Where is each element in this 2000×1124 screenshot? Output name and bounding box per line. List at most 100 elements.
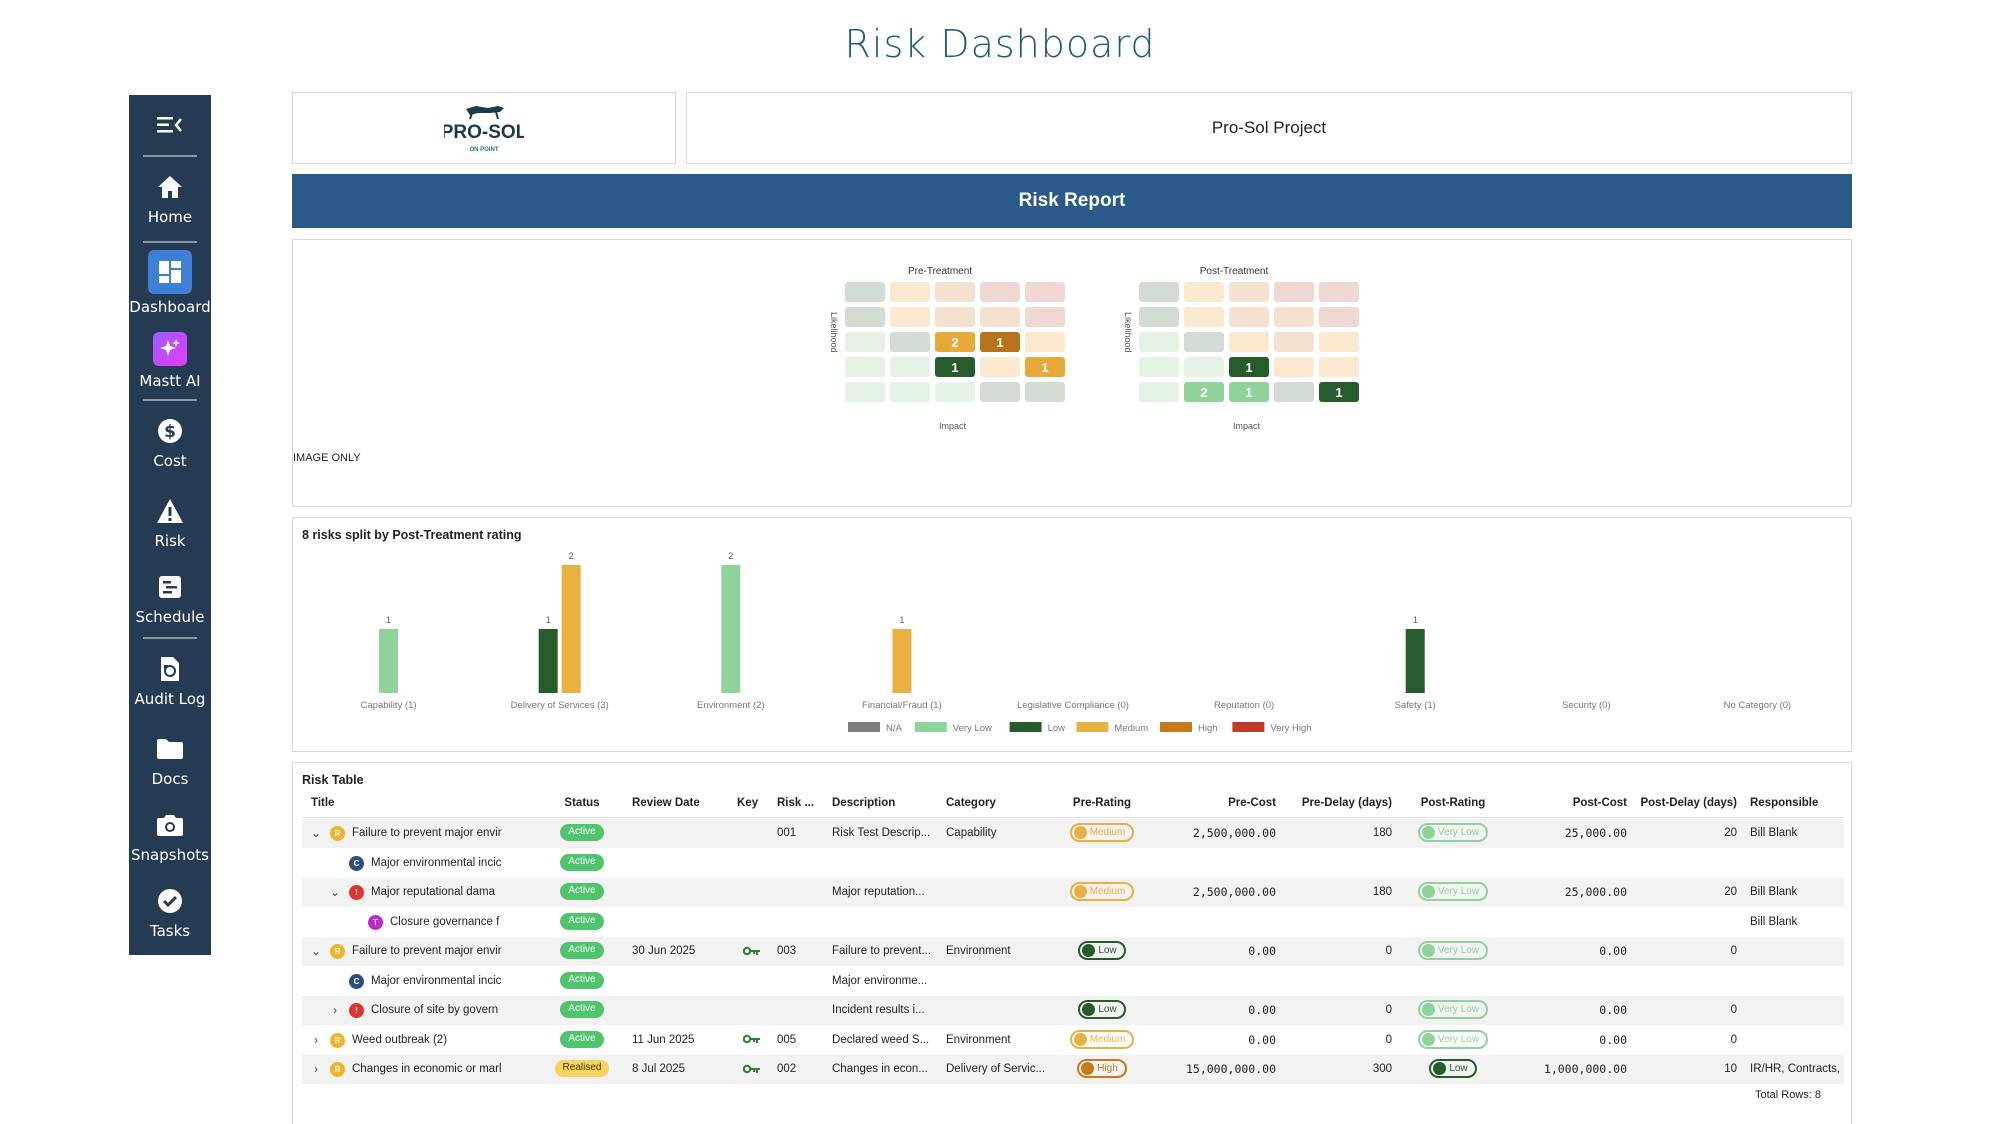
- chevron-down-icon[interactable]: ⌄: [310, 819, 322, 848]
- column-header[interactable]: Post-Cost: [1502, 789, 1627, 818]
- chevron-down-icon[interactable]: ⌄: [329, 878, 341, 907]
- sidebar-item-home[interactable]: Home: [129, 157, 211, 241]
- rating-badge: Low: [1429, 1059, 1477, 1079]
- column-header[interactable]: Title: [311, 789, 531, 818]
- category-label: Legislative Compliance (0): [1017, 700, 1129, 711]
- risk-title[interactable]: Major reputational dama: [371, 878, 522, 907]
- sidebar-item-tasks[interactable]: Tasks: [129, 875, 211, 951]
- cell-category: [946, 849, 1056, 878]
- heatmap-cell[interactable]: 1: [980, 332, 1020, 352]
- sidebar-item-risk[interactable]: Risk: [129, 485, 211, 561]
- legend-swatch[interactable]: [848, 722, 880, 732]
- legend-label[interactable]: N/A: [886, 723, 903, 734]
- table-row[interactable]: ⌄! Major reputational dama Active Major rep…: [302, 878, 1844, 907]
- category-label: Delivery of Services (3): [511, 700, 609, 711]
- rating-dot: [1421, 1003, 1435, 1017]
- cell-pre-rating: [1062, 849, 1142, 878]
- risk-title[interactable]: Failure to prevent major envir: [352, 819, 522, 848]
- chart-bar[interactable]: [561, 565, 581, 693]
- legend-label[interactable]: Low: [1048, 723, 1066, 734]
- heatmap-cell[interactable]: 1: [1229, 357, 1269, 377]
- legend-swatch[interactable]: [1009, 722, 1042, 732]
- sidebar-item-audit-log[interactable]: Audit Log: [129, 639, 211, 723]
- risk-title[interactable]: Changes in economic or marl: [352, 1055, 522, 1084]
- table-row[interactable]: ⌄ R Failure to prevent major envir Active 00…: [302, 819, 1844, 848]
- menu-collapse-button[interactable]: [129, 95, 211, 155]
- heatmap-cell[interactable]: 2: [1184, 382, 1224, 402]
- table-row[interactable]: C Major environmental incic Active: [302, 849, 1844, 878]
- audit-icon: [161, 657, 179, 681]
- heatmap-cell: [1319, 357, 1359, 377]
- column-header[interactable]: Post-Rating: [1408, 789, 1498, 818]
- column-header[interactable]: Status: [542, 789, 622, 818]
- table-row[interactable]: ›! Closure of site by govern Active Inciden…: [302, 996, 1844, 1025]
- heatmap-cell: [1184, 307, 1224, 327]
- column-header[interactable]: Post-Delay (days): [1632, 789, 1737, 818]
- legend-swatch[interactable]: [1160, 722, 1192, 732]
- risk-title[interactable]: Weed outbreak (2): [352, 1026, 522, 1055]
- legend-swatch[interactable]: [1076, 722, 1109, 732]
- legend-label[interactable]: Medium: [1114, 723, 1148, 734]
- sidebar-item-snapshots[interactable]: Snapshots: [129, 799, 211, 875]
- chevron-right-icon[interactable]: ›: [329, 996, 341, 1025]
- heatmap-x-label: Impact: [1233, 421, 1261, 431]
- cell-post-rating: Very Low: [1408, 819, 1498, 848]
- legend-swatch[interactable]: [914, 722, 947, 732]
- risk-title[interactable]: Major environmental incic: [371, 967, 522, 996]
- sidebar-item-label: Dashboard: [129, 298, 211, 316]
- table-row[interactable]: C Major environmental incic Active Major en…: [302, 967, 1844, 996]
- chevron-right-icon[interactable]: ›: [310, 1055, 322, 1084]
- chart-bar[interactable]: [892, 629, 912, 693]
- chart-bar[interactable]: [1405, 629, 1425, 693]
- column-header[interactable]: Responsible: [1750, 789, 1844, 818]
- column-header[interactable]: Description: [832, 789, 932, 818]
- legend-swatch[interactable]: [1232, 722, 1265, 732]
- chart-bar[interactable]: [721, 565, 741, 693]
- chevron-down-icon[interactable]: ⌄: [310, 937, 322, 966]
- column-header[interactable]: Risk ...: [777, 789, 822, 818]
- cell-risk: [777, 878, 822, 907]
- table-row[interactable]: › R Weed outbreak (2) Active 11 Jun 2025 005 D…: [302, 1026, 1844, 1055]
- rating-dot: [1421, 944, 1435, 958]
- table-row[interactable]: ⌄ R Failure to prevent major envir Active 30…: [302, 937, 1844, 966]
- sidebar-item-label: Docs: [151, 770, 189, 788]
- chart-bar[interactable]: [538, 629, 558, 693]
- legend-label[interactable]: Very High: [1270, 723, 1311, 734]
- heatmap-cell: [845, 282, 885, 302]
- risk-title[interactable]: Major environmental incic: [371, 849, 522, 878]
- cell-desc: Changes in econ...: [832, 1063, 928, 1075]
- cell-responsible: Bill Blank: [1750, 827, 1798, 839]
- heatmap-cell[interactable]: 1: [1025, 357, 1065, 377]
- column-header[interactable]: Review Date: [632, 789, 727, 818]
- chart-bar[interactable]: [379, 629, 399, 693]
- heatmap-cell[interactable]: 1: [935, 357, 975, 377]
- risk-title[interactable]: Closure governance f: [390, 908, 522, 937]
- chevron-right-icon[interactable]: ›: [310, 1026, 322, 1055]
- risk-title[interactable]: Failure to prevent major envir: [352, 937, 522, 966]
- cell-pre-cost: 0.00: [1248, 1003, 1276, 1017]
- column-header[interactable]: Key: [737, 789, 767, 818]
- column-header[interactable]: Category: [946, 789, 1056, 818]
- heatmap-cell[interactable]: 2: [935, 332, 975, 352]
- legend-label[interactable]: High: [1198, 723, 1218, 734]
- sidebar-item-cost[interactable]: $ Cost: [129, 401, 211, 485]
- column-header[interactable]: Pre-Cost: [1146, 789, 1276, 818]
- data-label: 1: [546, 615, 551, 625]
- risk-report-header: Risk Report: [292, 174, 1852, 228]
- sidebar-item-schedule[interactable]: Schedule: [129, 561, 211, 637]
- sidebar-item-label: Risk: [154, 532, 186, 550]
- table-row[interactable]: T Closure governance f Active Bill Blank: [302, 908, 1844, 937]
- legend-label[interactable]: Very Low: [953, 723, 992, 734]
- svg-text:$: $: [164, 422, 176, 442]
- cell-key: [737, 1026, 767, 1055]
- heatmap-cell[interactable]: 1: [1229, 382, 1269, 402]
- sidebar-item-mastt-ai[interactable]: Mastt AI: [129, 323, 211, 399]
- table-row[interactable]: › R Changes in economic or marl Realised 8 J…: [302, 1055, 1844, 1084]
- sidebar-item-docs[interactable]: Docs: [129, 723, 211, 799]
- column-header[interactable]: Pre-Delay (days): [1282, 789, 1392, 818]
- sidebar-item-dashboard[interactable]: Dashboard: [129, 243, 211, 323]
- risk-title[interactable]: Closure of site by govern: [371, 996, 522, 1025]
- column-header[interactable]: Pre-Rating: [1062, 789, 1142, 818]
- cell-responsible: IR/HR, Contracts, ...: [1750, 1063, 1844, 1075]
- heatmap-cell[interactable]: 1: [1319, 382, 1359, 402]
